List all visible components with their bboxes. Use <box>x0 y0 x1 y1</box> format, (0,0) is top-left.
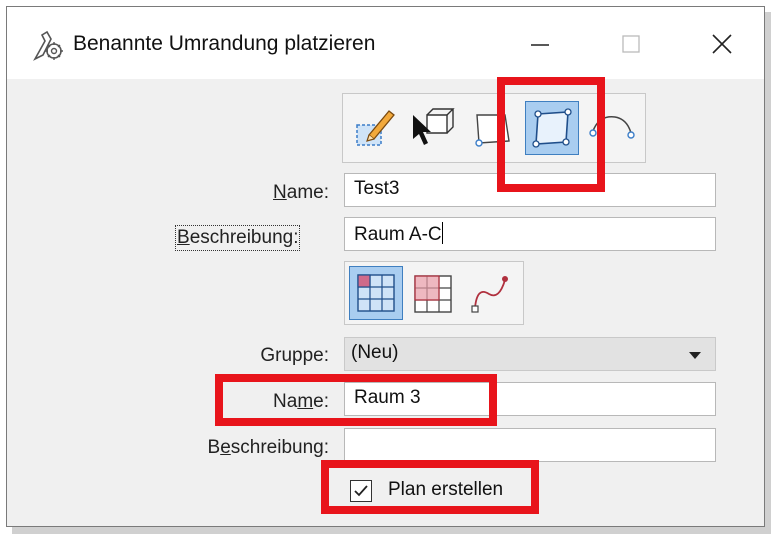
name-input[interactable]: Test3 <box>344 173 716 207</box>
plan-checkbox[interactable] <box>350 480 372 502</box>
name-label: Name: <box>273 182 329 203</box>
description-label: Beschreibung: <box>174 225 301 251</box>
group-description-input[interactable] <box>344 428 716 462</box>
maximize-button[interactable] <box>605 23 655 65</box>
tool-shape[interactable] <box>465 101 519 155</box>
group-name-input[interactable]: Raum 3 <box>344 382 716 416</box>
group-label: Gruppe: <box>260 345 329 366</box>
checkmark-icon <box>354 485 368 497</box>
curve-icon <box>471 276 508 313</box>
grid-toolbar <box>344 261 524 325</box>
window-title: Benannte Umrandung platzieren <box>73 32 376 55</box>
dialog-window: Benannte Umrandung platzieren Name: Test… <box>6 6 765 527</box>
title-bar[interactable]: Benannte Umrandung platzieren <box>7 7 764 79</box>
app-settings-icon <box>33 30 63 61</box>
close-button[interactable] <box>696 23 746 65</box>
group-dropdown[interactable]: (Neu) <box>344 337 716 371</box>
close-icon <box>712 34 732 54</box>
path-icon <box>589 116 635 139</box>
tool-grid-blue[interactable] <box>349 266 403 320</box>
tool-element[interactable] <box>347 101 401 155</box>
placement-toolbar <box>342 93 646 163</box>
plan-checkbox-label: Plan erstellen <box>388 479 504 500</box>
grid-red-icon <box>414 275 452 313</box>
minimize-button[interactable] <box>515 23 565 65</box>
rectangle-icon <box>532 108 572 148</box>
maximize-icon <box>622 35 640 53</box>
tool-flood[interactable] <box>405 101 459 155</box>
chevron-down-icon <box>689 352 701 359</box>
tool-path[interactable] <box>585 101 641 155</box>
shape-icon <box>475 114 510 147</box>
cursor-cube-icon <box>413 108 455 145</box>
group-description-label: Beschreibung: <box>207 437 330 458</box>
tool-rectangle[interactable] <box>525 101 579 155</box>
grid-blue-icon <box>357 274 395 312</box>
description-input[interactable]: Raum A-C <box>344 217 716 251</box>
tool-curve[interactable] <box>463 266 517 320</box>
pencil-select-icon <box>356 110 395 146</box>
group-name-label: Name: <box>273 391 329 412</box>
text-caret <box>441 222 443 244</box>
tool-grid-red[interactable] <box>407 266 461 320</box>
minimize-icon <box>531 44 549 46</box>
